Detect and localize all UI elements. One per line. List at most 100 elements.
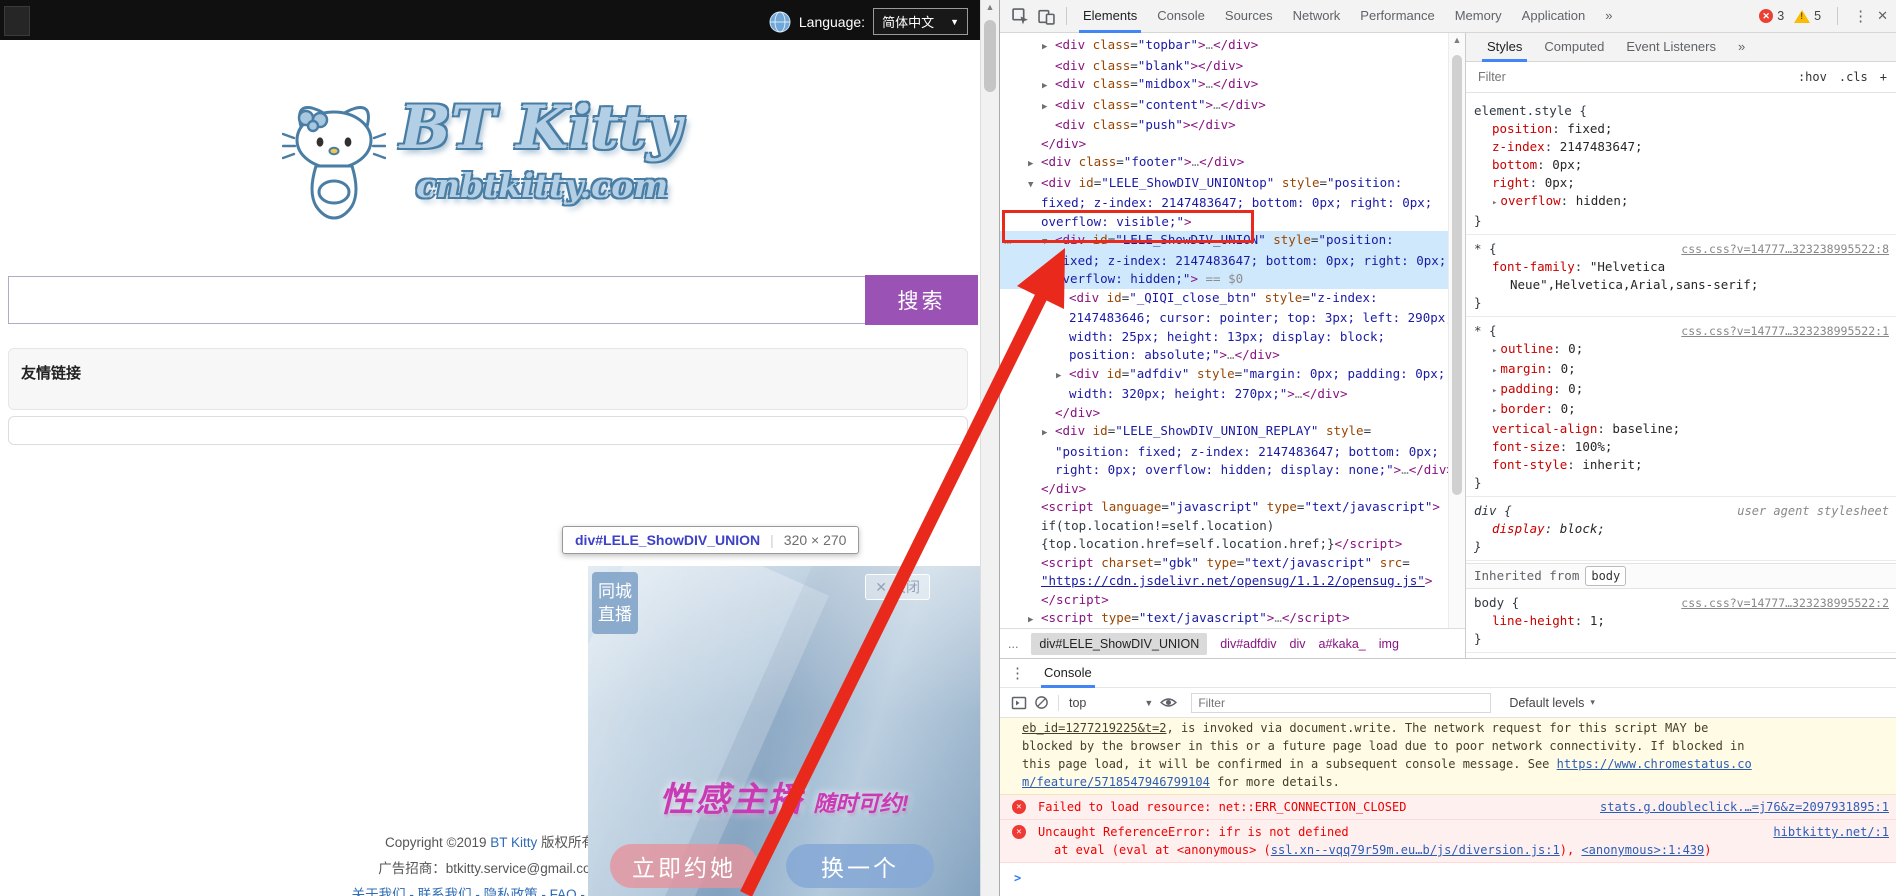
breadcrumb-item[interactable]: div#adfdiv xyxy=(1220,637,1276,651)
css-property[interactable]: bottom: 0px; xyxy=(1466,156,1896,174)
ad-secondary-button[interactable]: 换一个 xyxy=(786,844,934,888)
elements-tree-line[interactable]: ▶ <div id="LELE_ShowDIV_UNION_REPLAY" sty… xyxy=(1000,422,1448,443)
inherited-element-chip[interactable]: body xyxy=(1585,566,1627,586)
css-property[interactable]: vertical-align: baseline; xyxy=(1466,420,1896,438)
devtools-tab-network[interactable]: Network xyxy=(1283,0,1351,33)
search-button[interactable]: 搜索 xyxy=(865,275,978,325)
disclosure-open-icon[interactable]: ▼ xyxy=(1028,176,1041,195)
warning-badge[interactable]: 5 xyxy=(1794,9,1821,23)
language-dropdown[interactable]: 简体中文 ▼ xyxy=(873,8,968,35)
devtools-tab-performance[interactable]: Performance xyxy=(1350,0,1444,33)
ad-live-badge[interactable]: 同城 直播 xyxy=(592,572,638,634)
css-property[interactable]: display: block; xyxy=(1466,520,1896,538)
devtools-close-icon[interactable]: ✕ xyxy=(1877,8,1888,24)
devtools-tab-sources[interactable]: Sources xyxy=(1215,0,1283,33)
elements-tree-line[interactable]: <div class="blank"></div> xyxy=(1000,57,1448,76)
disclosure-closed-icon[interactable]: ▶ xyxy=(1042,38,1055,57)
console-sidebar-icon[interactable] xyxy=(1008,692,1030,714)
disclosure-closed-icon[interactable]: ▶ xyxy=(1042,98,1055,117)
elements-tree-line[interactable]: right: 0px; overflow: hidden; display: n… xyxy=(1000,461,1448,480)
console-prompt[interactable]: > xyxy=(1000,863,1896,887)
hover-state-toggle[interactable]: :hov xyxy=(1798,70,1827,84)
elements-tree-line[interactable]: </div> xyxy=(1000,480,1448,499)
css-property[interactable]: ▸ padding: 0; xyxy=(1466,380,1896,400)
styles-tab-computed[interactable]: Computed xyxy=(1533,33,1615,62)
css-selector[interactable]: * {css.css?v=14777…323238995522:1 xyxy=(1466,322,1896,340)
copyright-link[interactable]: BT Kitty xyxy=(490,835,537,850)
site-logo[interactable]: BT Kitty cnbtkitty.com xyxy=(282,96,681,224)
css-selector[interactable]: * {css.css?v=14777…323238995522:8 xyxy=(1466,240,1896,258)
elements-tree-line[interactable]: ▶ <div class="midbox">…</div> xyxy=(1000,75,1448,96)
disclosure-closed-icon[interactable]: ▶ xyxy=(1028,611,1041,628)
elements-tree-line[interactable]: position: absolute;">…</div> xyxy=(1000,346,1448,365)
devtools-tab-more[interactable]: » xyxy=(1595,0,1622,33)
console-source-link[interactable]: stats.g.doubleclick.…=j76&z=2097931895:1 xyxy=(1600,798,1889,816)
css-property[interactable]: right: 0px; xyxy=(1466,174,1896,192)
elements-tree-line[interactable]: ▶ <script type="text/javascript">…</scrip… xyxy=(1000,609,1448,628)
elements-tree-line[interactable]: "position: fixed; z-index: 2147483647; b… xyxy=(1000,443,1448,462)
class-toggle[interactable]: .cls xyxy=(1839,70,1868,84)
console-link[interactable]: ssl.xn--vqq79r59m.eu…b/js/diversion.js:1 xyxy=(1271,843,1560,857)
elements-tree-line[interactable]: if(top.location!=self.location) xyxy=(1000,517,1448,536)
css-property[interactable]: ▸ outline: 0; xyxy=(1466,340,1896,360)
css-property[interactable]: ▸ overflow: hidden; xyxy=(1466,192,1896,212)
new-rule-button[interactable]: + xyxy=(1880,70,1887,84)
elements-tree-line[interactable]: ▶ <div id="_QIQI_close_btn" style="z-inde… xyxy=(1000,289,1448,310)
console-source-link[interactable]: hibtkitty.net/:1 xyxy=(1773,823,1889,841)
ad-close-button[interactable]: ✕ 关闭 xyxy=(865,574,930,600)
css-property[interactable]: ▸ margin: 0; xyxy=(1466,360,1896,380)
scroll-up-icon[interactable]: ▲ xyxy=(1449,35,1465,45)
breadcrumb-item[interactable]: ... xyxy=(1008,637,1018,651)
elements-tree-line[interactable]: ▶ <div class="content">…</div> xyxy=(1000,96,1448,117)
devtools-tab-application[interactable]: Application xyxy=(1512,0,1596,33)
elements-tree-line[interactable]: ▶ <div class="footer">…</div> xyxy=(1000,153,1448,174)
elements-tree-line[interactable]: </script> xyxy=(1000,591,1448,610)
breadcrumb-item[interactable]: div#LELE_ShowDIV_UNION xyxy=(1031,632,1208,655)
elements-tree-line[interactable]: <div class="push"></div> xyxy=(1000,116,1448,135)
breadcrumb-item[interactable]: img xyxy=(1379,637,1399,651)
device-toolbar-icon[interactable] xyxy=(1034,4,1058,28)
drawer-menu-icon[interactable]: ⋮ xyxy=(1010,664,1025,682)
stylesheet-link[interactable]: css.css?v=14777…323238995522:2 xyxy=(1681,594,1889,612)
tab-console[interactable]: Console xyxy=(1041,659,1095,688)
styles-tab-eventlisteners[interactable]: Event Listeners xyxy=(1615,33,1727,62)
devtools-menu-icon[interactable]: ⋮ xyxy=(1853,7,1868,25)
inspect-element-icon[interactable] xyxy=(1008,4,1032,28)
elements-tree-line[interactable]: 2147483646; cursor: pointer; top: 3px; l… xyxy=(1000,309,1448,328)
css-property[interactable]: line-height: 1; xyxy=(1466,612,1896,630)
console-levels-dropdown[interactable]: Default levels ▾ xyxy=(1509,696,1595,710)
breadcrumb-item[interactable]: a#kaka_ xyxy=(1319,637,1366,651)
elements-tree-line[interactable]: </div> xyxy=(1000,404,1448,423)
ad-primary-button[interactable]: 立即约她 xyxy=(610,844,758,888)
page-scrollbar[interactable]: ▲ xyxy=(980,0,999,896)
page-scrollbar-thumb[interactable] xyxy=(984,20,996,92)
css-selector[interactable]: div {user agent stylesheet xyxy=(1466,502,1896,520)
css-property[interactable]: z-index: 2147483647; xyxy=(1466,138,1896,156)
eye-icon[interactable] xyxy=(1157,692,1179,714)
disclosure-closed-icon[interactable]: ▶ xyxy=(1028,155,1041,174)
ad-overlay[interactable]: 同城 直播 ✕ 关闭 性感主播 随时可约! 立即约她 换一个 xyxy=(588,566,980,896)
elements-tree-line[interactable]: <script charset="gbk" type="text/javascr… xyxy=(1000,554,1448,573)
stylesheet-link[interactable]: css.css?v=14777…323238995522:8 xyxy=(1681,240,1889,258)
elements-tree-line[interactable]: ▶ <div class="topbar">…</div> xyxy=(1000,36,1448,57)
console-context-selector[interactable]: top ▼ xyxy=(1069,696,1153,710)
elements-tree-line[interactable]: overflow: hidden;"> == $0 xyxy=(1000,270,1448,289)
disclosure-closed-icon[interactable]: ▶ xyxy=(1042,77,1055,96)
clear-console-icon[interactable] xyxy=(1030,692,1052,714)
disclosure-closed-icon[interactable]: ▶ xyxy=(1056,291,1069,310)
css-property[interactable]: font-size: 100%; xyxy=(1466,438,1896,456)
breadcrumb-item[interactable]: div xyxy=(1290,637,1306,651)
elements-tree-line[interactable]: width: 25px; height: 13px; display: bloc… xyxy=(1000,328,1448,347)
styles-filter-input[interactable] xyxy=(1476,69,1786,85)
elements-tree-line[interactable]: ▼ <div id="LELE_ShowDIV_UNIONtop" style="… xyxy=(1000,174,1448,195)
elements-tree-line[interactable]: </div> xyxy=(1000,135,1448,154)
stylesheet-link[interactable]: css.css?v=14777…323238995522:1 xyxy=(1681,322,1889,340)
elements-tree-line[interactable]: width: 320px; height: 270px;">…</div> xyxy=(1000,385,1448,404)
css-selector[interactable]: body {css.css?v=14777…323238995522:2 xyxy=(1466,594,1896,612)
styles-tab-styles[interactable]: Styles xyxy=(1476,33,1533,62)
css-property[interactable]: ▸ border: 0; xyxy=(1466,400,1896,420)
elements-tree-line[interactable]: fixed; z-index: 2147483647; bottom: 0px;… xyxy=(1000,251,1448,270)
css-property[interactable]: font-family: "Helvetica xyxy=(1466,258,1896,276)
devtools-tab-memory[interactable]: Memory xyxy=(1445,0,1512,33)
elements-tree-line[interactable]: ▶ <div id="adfdiv" style="margin: 0px; pa… xyxy=(1000,365,1448,386)
